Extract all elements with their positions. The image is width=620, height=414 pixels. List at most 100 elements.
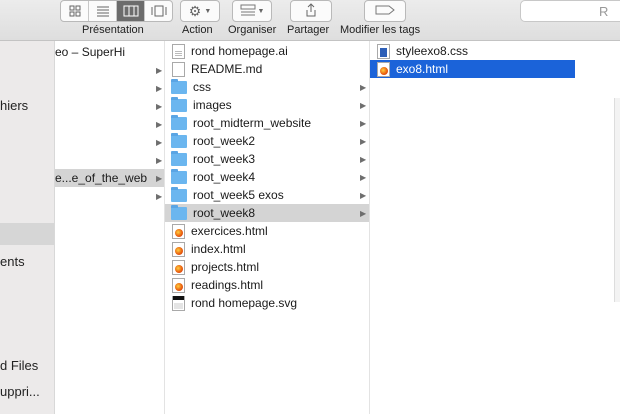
list-item-label: css xyxy=(193,80,211,94)
list-item[interactable]: README.md xyxy=(165,60,369,78)
html-file-icon xyxy=(172,259,185,275)
folder-icon xyxy=(171,132,187,148)
list-item[interactable]: ▶ xyxy=(55,133,164,151)
finder-toolbar: Présentation ⚙ ▼ Action ▼ Organiser Part… xyxy=(0,0,620,41)
action-button[interactable]: ⚙ ▼ xyxy=(180,0,220,22)
sidebar: hiers ents d Files uppri... xyxy=(0,41,55,414)
disclosure-arrow-icon: ▶ xyxy=(360,100,367,110)
list-item[interactable]: rond homepage.svg xyxy=(165,294,369,312)
list-item[interactable]: readings.html xyxy=(165,276,369,294)
sidebar-item-documents[interactable]: ents xyxy=(0,254,54,269)
disclosure-arrow-icon: ▶ xyxy=(360,190,367,200)
list-item-label: root_midterm_website xyxy=(193,116,312,130)
gear-icon: ⚙ xyxy=(188,2,202,19)
sidebar-item-trash[interactable]: uppri... xyxy=(0,384,54,399)
list-item[interactable]: ▶ xyxy=(55,115,164,133)
list-item[interactable]: root_week5 exos ▶ xyxy=(165,186,369,204)
organiser-label: Organiser xyxy=(228,24,277,36)
html-file-icon xyxy=(172,277,185,293)
share-icon xyxy=(305,2,317,20)
list-item[interactable]: ▶ xyxy=(55,79,164,97)
list-item[interactable]: images ▶ xyxy=(165,96,369,114)
list-item[interactable]: rond homepage.ai xyxy=(165,42,369,60)
list-item-label: styleexo8.css xyxy=(396,44,469,58)
list-item-label: root_week5 exos xyxy=(193,188,284,202)
disclosure-arrow-icon: ▶ xyxy=(156,191,163,201)
list-item[interactable]: ▶ xyxy=(55,151,164,169)
list-item-label: images xyxy=(193,98,232,112)
list-item[interactable]: css ▶ xyxy=(165,78,369,96)
search-field[interactable]: R xyxy=(520,0,620,22)
list-item[interactable]: projects.html xyxy=(165,258,369,276)
disclosure-arrow-icon: ▶ xyxy=(156,65,163,75)
html-file-icon xyxy=(172,223,185,239)
html-file-icon xyxy=(172,241,185,257)
folder-icon xyxy=(171,114,187,130)
list-item[interactable]: eo – SuperHi xyxy=(55,43,164,61)
list-item[interactable]: root_midterm_website ▶ xyxy=(165,114,369,132)
edit-tags-label: Modifier les tags xyxy=(340,24,421,36)
list-item-label: root_week2 xyxy=(193,134,256,148)
list-item-label: rond homepage.ai xyxy=(191,44,288,58)
folder-icon xyxy=(171,96,187,112)
share-button[interactable] xyxy=(290,0,332,22)
list-item[interactable]: styleexo8.css xyxy=(370,42,575,60)
view-mode-segmented-control[interactable] xyxy=(60,0,173,22)
list-item[interactable]: root_week3 ▶ xyxy=(165,150,369,168)
list-item-label: root_week8 xyxy=(193,206,256,220)
svg-file-icon xyxy=(172,295,185,311)
disclosure-arrow-icon: ▶ xyxy=(156,173,163,183)
preview-panel-edge xyxy=(614,98,620,302)
action-label: Action xyxy=(182,24,213,36)
edit-tags-button[interactable] xyxy=(364,0,406,22)
organiser-button[interactable]: ▼ xyxy=(232,0,272,22)
column-view-icon[interactable] xyxy=(117,1,145,21)
list-item[interactable]: index.html xyxy=(165,240,369,258)
list-item-selected[interactable]: exo8.html xyxy=(370,60,575,78)
list-item-label: projects.html xyxy=(191,260,260,274)
icon-view-icon[interactable] xyxy=(61,1,89,21)
disclosure-arrow-icon: ▶ xyxy=(156,137,163,147)
folder-icon xyxy=(171,186,187,202)
list-view-icon[interactable] xyxy=(89,1,117,21)
sidebar-item-fichiers[interactable]: hiers xyxy=(0,98,54,113)
arrange-grid-icon xyxy=(240,4,256,19)
list-item-label: README.md xyxy=(191,62,263,76)
list-item[interactable]: root_week4 ▶ xyxy=(165,168,369,186)
disclosure-arrow-icon: ▶ xyxy=(156,119,163,129)
folder-icon xyxy=(171,168,187,184)
list-item[interactable]: ▶ xyxy=(55,97,164,115)
list-item[interactable]: root_week2 ▶ xyxy=(165,132,369,150)
list-item-path-highlighted[interactable]: e...e_of_the_web ▶ xyxy=(55,169,164,187)
list-item-path-highlighted[interactable]: root_week8 ▶ xyxy=(165,204,369,222)
sidebar-selected-row[interactable] xyxy=(0,223,54,245)
disclosure-arrow-icon: ▶ xyxy=(360,172,367,182)
browser-column-2[interactable]: rond homepage.ai README.md css ▶ images … xyxy=(165,41,370,414)
folder-icon xyxy=(171,78,187,94)
sidebar-item-shared-files[interactable]: d Files xyxy=(0,358,54,373)
search-text-partial: R xyxy=(599,4,609,19)
list-item[interactable]: ▶ xyxy=(55,61,164,79)
disclosure-arrow-icon: ▶ xyxy=(360,154,367,164)
list-item-label: readings.html xyxy=(191,278,264,292)
text-file-icon xyxy=(172,61,185,77)
list-item[interactable]: ▶ xyxy=(55,187,164,205)
disclosure-arrow-icon: ▶ xyxy=(360,208,367,218)
css-file-icon xyxy=(377,43,390,59)
folder-icon xyxy=(171,150,187,166)
list-item-label: root_week3 xyxy=(193,152,256,166)
list-item-label: exercices.html xyxy=(191,224,268,238)
disclosure-arrow-icon: ▶ xyxy=(156,83,163,93)
list-item-label: e...e_of_the_web xyxy=(55,171,148,185)
share-label: Partager xyxy=(287,24,330,36)
disclosure-arrow-icon: ▶ xyxy=(360,82,367,92)
browser-column-3[interactable]: styleexo8.css exo8.html xyxy=(370,41,576,414)
list-item-label: index.html xyxy=(191,242,246,256)
folder-icon xyxy=(171,204,187,220)
gallery-view-icon[interactable] xyxy=(145,1,172,21)
disclosure-arrow-icon: ▶ xyxy=(360,118,367,128)
disclosure-arrow-icon: ▶ xyxy=(156,155,163,165)
browser-column-1[interactable]: eo – SuperHi ▶ ▶ ▶ ▶ ▶ ▶ e...e_of_the_we… xyxy=(55,41,165,414)
disclosure-arrow-icon: ▶ xyxy=(360,136,367,146)
list-item[interactable]: exercices.html xyxy=(165,222,369,240)
